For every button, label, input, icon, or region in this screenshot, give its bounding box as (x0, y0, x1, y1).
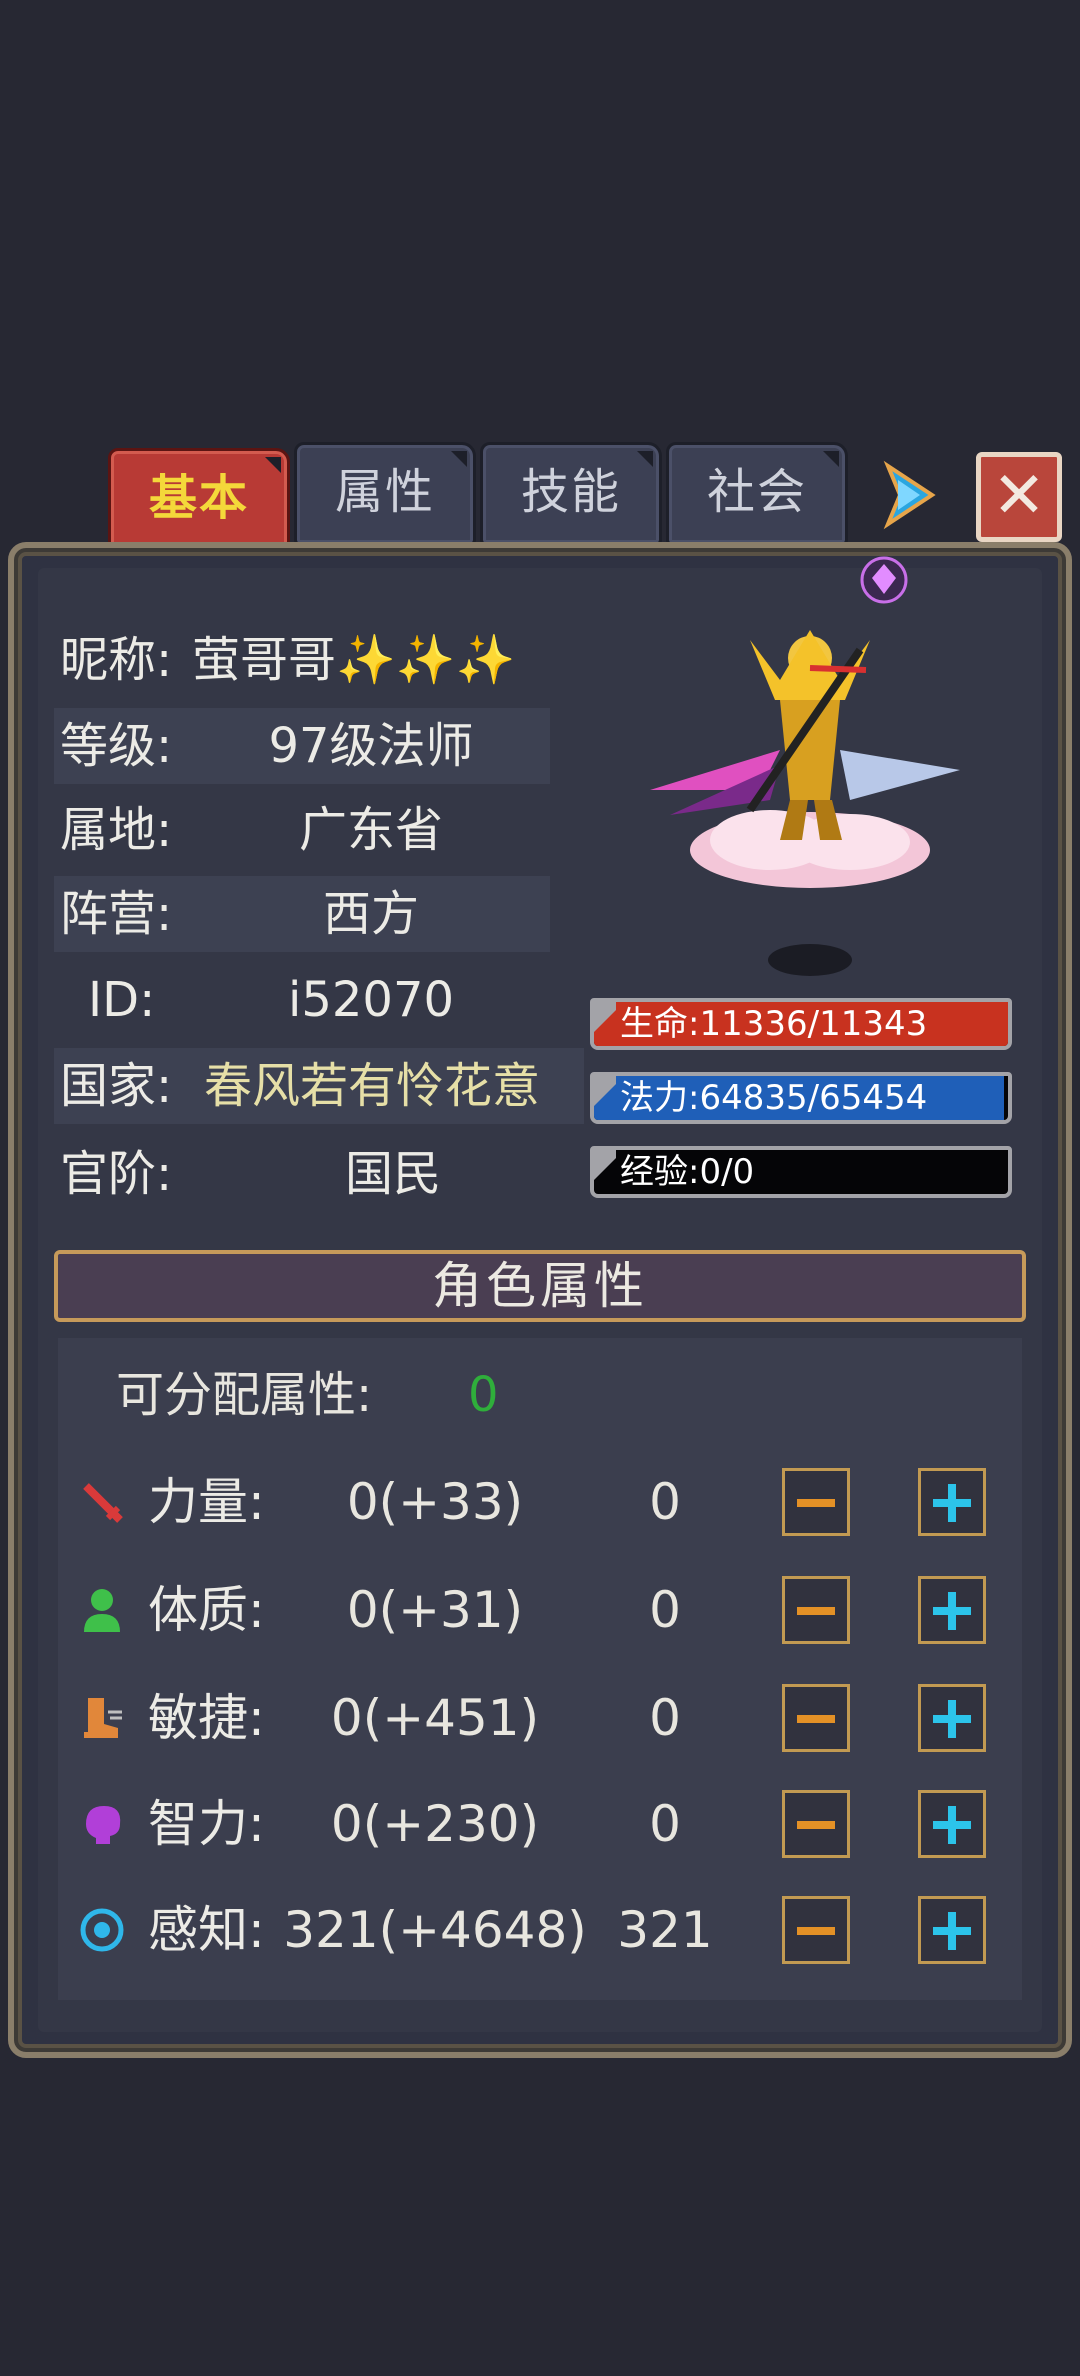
level-value: 97级法师 (268, 718, 474, 774)
eye-ring-icon (80, 1908, 124, 1952)
increase-strength-button[interactable] (918, 1468, 986, 1536)
attribute-label: 智力: (148, 1795, 265, 1853)
id-label: ID: (88, 972, 156, 1028)
person-icon (84, 1589, 120, 1632)
sword-icon (83, 1483, 123, 1523)
increase-constitution-button[interactable] (918, 1576, 986, 1644)
hp-bar: 生命:11336/11343 (590, 998, 1012, 1050)
camp-label: 阵营: (60, 886, 173, 942)
id-row: ID: i52070 (54, 962, 550, 1038)
hp-text: 生命:11336/11343 (620, 1004, 928, 1044)
decrease-intelligence-button[interactable] (782, 1790, 850, 1858)
attribute-base: 0(+33) (346, 1473, 524, 1531)
rank-label: 官阶: (60, 1146, 173, 1202)
attribute-row-perception: 感知: 321(+4648) 321 (0, 1890, 1080, 1970)
attribute-label: 敏捷: (148, 1689, 265, 1747)
attribute-row-intelligence: 智力: 0(+230) 0 (0, 1784, 1080, 1864)
camp-row: 阵营: 西方 (54, 876, 550, 952)
attribute-base: 0(+451) (330, 1689, 540, 1747)
decrease-perception-button[interactable] (782, 1896, 850, 1964)
mp-bar: 法力:64835/65454 (590, 1072, 1012, 1124)
attribute-label: 感知: (148, 1901, 265, 1959)
attribute-label: 力量: (148, 1473, 265, 1531)
attribute-label: 体质: (148, 1581, 265, 1639)
increase-intelligence-button[interactable] (918, 1790, 986, 1858)
exp-text: 经验:0/0 (620, 1152, 755, 1192)
tab-social[interactable]: 社会 (666, 442, 848, 546)
increase-agility-button[interactable] (918, 1684, 986, 1752)
increase-perception-button[interactable] (918, 1896, 986, 1964)
attribute-row-constitution: 体质: 0(+31) 0 (0, 1570, 1080, 1650)
region-value: 广东省 (298, 802, 443, 858)
exp-bar: 经验:0/0 (590, 1146, 1012, 1198)
section-title: 角色属性 (54, 1250, 1026, 1322)
boot-icon (84, 1698, 122, 1738)
id-value: i52070 (287, 972, 455, 1028)
tab-skills[interactable]: 技能 (480, 442, 662, 546)
camp-value: 西方 (322, 886, 419, 942)
tab-attributes[interactable]: 属性 (294, 442, 476, 546)
level-label: 等级: (60, 718, 173, 774)
available-points-label: 可分配属性: (116, 1367, 373, 1423)
arrow-right-icon[interactable] (880, 460, 940, 530)
region-label: 属地: (60, 802, 173, 858)
decrease-strength-button[interactable] (782, 1468, 850, 1536)
nickname-value: 萤哥哥✨✨✨ (192, 632, 516, 688)
nickname-label: 昵称: (60, 632, 173, 688)
nation-row: 国家: 春风若有怜花意 (54, 1048, 584, 1124)
attribute-base: 0(+230) (330, 1795, 540, 1853)
rank-row: 官阶: 国民 (54, 1136, 550, 1212)
level-row: 等级: 97级法师 (54, 708, 550, 784)
attribute-allocated: 0 (649, 1581, 681, 1639)
attribute-allocated: 0 (649, 1795, 681, 1853)
nation-label: 国家: (60, 1058, 173, 1114)
character-avatar (630, 550, 990, 990)
brain-icon (86, 1806, 121, 1844)
attribute-allocated: 0 (649, 1689, 681, 1747)
attribute-base: 321(+4648) (283, 1901, 587, 1959)
rank-value: 国民 (344, 1146, 441, 1202)
region-row: 属地: 广东省 (54, 792, 550, 868)
decrease-constitution-button[interactable] (782, 1576, 850, 1644)
attribute-allocated: 0 (649, 1473, 681, 1531)
nickname-row: 昵称: 萤哥哥✨✨✨ (54, 622, 550, 698)
attribute-row-strength: 力量: 0(+33) 0 (0, 1462, 1080, 1542)
attribute-allocated: 321 (617, 1901, 713, 1959)
nation-value: 春风若有怜花意 (204, 1058, 541, 1114)
close-icon: ✕ (992, 459, 1046, 533)
close-button[interactable]: ✕ (976, 452, 1062, 542)
attribute-base: 0(+31) (346, 1581, 524, 1639)
attribute-row-agility: 敏捷: 0(+451) 0 (0, 1678, 1080, 1758)
mp-text: 法力:64835/65454 (620, 1078, 928, 1118)
decrease-agility-button[interactable] (782, 1684, 850, 1752)
available-points-value: 0 (468, 1367, 499, 1423)
